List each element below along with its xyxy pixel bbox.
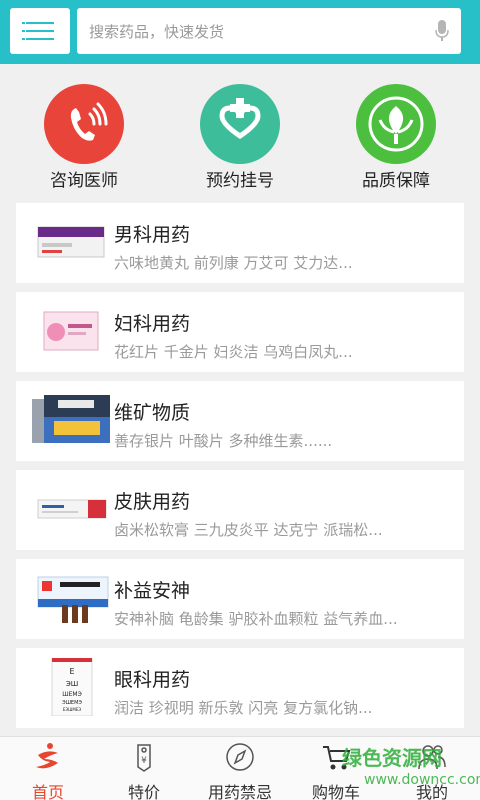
phone-icon [44,84,124,164]
category-title: 妇科用药 [114,313,191,335]
category-title: 眼科用药 [114,669,191,691]
svg-text:¥: ¥ [141,756,147,766]
menu-icon [22,22,25,24]
category-subtitle: 润洁 珍视明 新乐敦 闪亮 复方氯化钠... [114,699,373,717]
category-item-vitamins[interactable]: 维矿物质 善存银片 叶酸片 多种维生素...... [16,381,464,461]
category-item-tonic[interactable]: 补益安神 安神补脑 龟龄集 驴胶补血颗粒 益气养血... [16,559,464,639]
menu-button[interactable] [10,8,70,54]
menu-icon-dot [22,30,25,32]
category-item-mens[interactable]: 男科用药 六味地黄丸 前列康 万艾可 艾力达... [16,203,464,283]
category-title: 皮肤用药 [114,491,191,513]
search-input[interactable]: 搜索药品，快速发货 [77,8,461,54]
quality-assurance-button[interactable]: 品质保障 [336,84,456,194]
tab-drug-contraindications[interactable]: 用药禁忌 [192,737,288,800]
category-subtitle: 善存银片 叶酸片 多种维生素...... [114,432,333,450]
consult-doctor-button[interactable]: 咨询医师 [24,84,144,194]
product-box-image [32,395,110,443]
bottom-tab-bar: 首页 ¥ 特价 用药禁忌 购物车 我的 [0,736,480,800]
quality-emblem-icon [356,84,436,164]
category-title: 男科用药 [114,224,191,246]
menu-icon-line [26,30,54,32]
tab-label: 我的 [415,783,448,800]
shopping-cart-icon [323,746,351,770]
tab-home[interactable]: 首页 [0,737,96,800]
quick-action-label: 咨询医师 [50,171,118,191]
category-item-skin[interactable]: 皮肤用药 卤米松软膏 三九皮炎平 达克宁 派瑞松... [16,470,464,550]
book-appointment-button[interactable]: 预约挂号 [180,84,300,194]
tab-label: 特价 [127,783,160,800]
svg-text:ЭШЕМЭ: ЭШЕМЭ [62,700,82,706]
tab-profile[interactable]: 我的 [384,737,480,800]
category-title: 维矿物质 [114,402,191,424]
category-title: 补益安神 [114,580,191,602]
svg-text:ШЕМЭ: ШЕМЭ [62,691,82,698]
compass-icon [226,743,254,771]
tab-label: 用药禁忌 [207,783,272,800]
product-box-image [43,311,99,351]
quick-action-label: 品质保障 [362,171,430,191]
category-subtitle: 六味地黄丸 前列康 万艾可 艾力达... [114,254,353,272]
tab-label: 首页 [31,783,64,800]
home-logo-icon [36,743,58,769]
quick-actions: 咨询医师 预约挂号 品质保障 [0,64,480,196]
header-bar: 搜索药品，快速发货 [0,0,480,64]
category-subtitle: 安神补脑 龟龄集 驴胶补血颗粒 益气养血... [114,610,398,628]
product-box-image [37,499,107,519]
search-placeholder: 搜索药品，快速发货 [89,23,225,41]
category-item-eye[interactable]: E ЭШ ШЕМЭ ЭШЕМЭ ЕЭШМЕЭ 眼科用药 润洁 珍视明 新乐敦 闪… [16,648,464,728]
category-subtitle: 卤米松软膏 三九皮炎平 达克宁 派瑞松... [114,521,383,539]
menu-icon-line [26,38,54,40]
price-tag-icon: ¥ [137,744,151,772]
svg-text:ЕЭШМЕЭ: ЕЭШМЕЭ [63,707,82,712]
menu-icon-line [26,22,54,24]
eye-chart-image: E ЭШ ШЕМЭ ЭШЕМЭ ЕЭШМЕЭ [51,658,93,716]
product-box-image [37,226,105,258]
category-item-womens[interactable]: 妇科用药 花红片 千金片 妇炎洁 乌鸡白凤丸... [16,292,464,372]
category-subtitle: 花红片 千金片 妇炎洁 乌鸡白凤丸... [114,343,353,361]
product-box-image [37,576,109,623]
medical-cross-heart-icon [200,84,280,164]
menu-icon-dot [22,38,25,40]
svg-text:ЭШ: ЭШ [66,680,78,688]
quick-action-label: 预约挂号 [206,171,274,191]
user-icon [418,745,446,770]
svg-text:E: E [69,667,74,676]
tab-cart[interactable]: 购物车 [288,737,384,800]
tab-label: 购物车 [311,783,360,800]
microphone-icon[interactable] [435,20,449,42]
tab-special-offer[interactable]: ¥ 特价 [96,737,192,800]
